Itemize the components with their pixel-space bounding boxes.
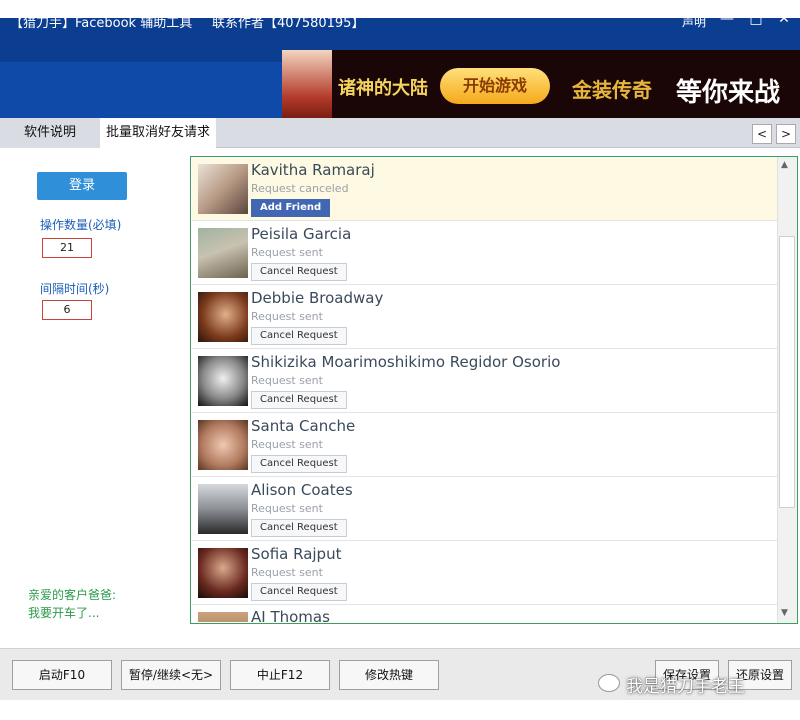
count-input[interactable]: 21 xyxy=(42,238,92,258)
avatar[interactable] xyxy=(198,164,248,214)
window-title: 【猎刀手】Facebook 辅助工具 xyxy=(10,16,193,31)
cancel-request-button[interactable]: Cancel Request xyxy=(251,391,347,409)
cancel-request-button[interactable]: Cancel Request xyxy=(251,583,347,601)
banner-game-title: 诸神的大陆 xyxy=(338,78,428,99)
avatar[interactable] xyxy=(198,420,248,470)
friend-name[interactable]: Peisila Garcia xyxy=(251,225,351,243)
friend-name[interactable]: Santa Canche xyxy=(251,417,355,435)
greeting-line-1: 亲爱的客户爸爸: xyxy=(28,588,117,602)
stop-button[interactable]: 中止F12 xyxy=(230,660,330,690)
list-item: Kavitha Ramaraj Request canceled Add Fri… xyxy=(192,158,777,221)
ad-banner[interactable]: 诸神的大陆 开始游戏 金装传奇 等你来战 xyxy=(282,50,800,118)
maximize-icon[interactable]: □ xyxy=(745,8,767,30)
friend-name[interactable]: Shikizika Moarimoshikimo Regidor Osorio xyxy=(251,353,560,371)
tab-next-icon[interactable]: > xyxy=(776,124,796,144)
tab-prev-icon[interactable]: < xyxy=(752,124,772,144)
request-status: Request sent xyxy=(251,502,323,515)
minimize-icon[interactable]: — xyxy=(716,8,738,30)
scroll-down-icon[interactable]: ▼ xyxy=(781,608,788,618)
avatar[interactable] xyxy=(198,548,248,598)
scrollbar-thumb[interactable] xyxy=(779,236,795,508)
start-button[interactable]: 启动F10 xyxy=(12,660,112,690)
request-status: Request sent xyxy=(251,438,323,451)
scroll-up-icon[interactable]: ▲ xyxy=(781,160,788,170)
avatar[interactable] xyxy=(198,356,248,406)
list-item: Debbie Broadway Request sent Cancel Requ… xyxy=(192,286,777,349)
contact-author: 联系作者【407580195】 xyxy=(212,16,365,31)
interval-label: 间隔时间(秒) xyxy=(40,282,110,296)
close-icon[interactable]: ✕ xyxy=(773,8,795,30)
request-status: Request canceled xyxy=(251,182,349,195)
banner-brand: 金装传奇 xyxy=(572,78,652,102)
avatar[interactable] xyxy=(198,612,248,622)
banner-character-image xyxy=(282,50,332,118)
list-item: AJ Thomas xyxy=(192,606,777,622)
modify-hotkey-button[interactable]: 修改热键 xyxy=(339,660,439,690)
cancel-request-button[interactable]: Cancel Request xyxy=(251,519,347,537)
request-status: Request sent xyxy=(251,246,323,259)
interval-input[interactable]: 6 xyxy=(42,300,92,320)
greeting-line-2: 我要开车了... xyxy=(28,606,100,620)
request-status: Request sent xyxy=(251,566,323,579)
list-item: Sofia Rajput Request sent Cancel Request xyxy=(192,542,777,605)
request-status: Request sent xyxy=(251,310,323,323)
login-button[interactable]: 登录 xyxy=(37,172,127,200)
tab-batch-cancel-requests[interactable]: 批量取消好友请求 xyxy=(100,118,216,148)
tab-software-guide[interactable]: 软件说明 xyxy=(0,118,100,148)
friend-name[interactable]: Sofia Rajput xyxy=(251,545,341,563)
list-item: Peisila Garcia Request sent Cancel Reque… xyxy=(192,222,777,285)
list-item: Santa Canche Request sent Cancel Request xyxy=(192,414,777,477)
list-item: Shikizika Moarimoshikimo Regidor Osorio … xyxy=(192,350,777,413)
banner-slogan: 等你来战 xyxy=(676,78,781,108)
friend-name[interactable]: Kavitha Ramaraj xyxy=(251,161,375,179)
cancel-request-button[interactable]: Cancel Request xyxy=(251,455,347,473)
request-status: Request sent xyxy=(251,374,323,387)
count-label: 操作数量(必填) xyxy=(40,218,122,232)
friend-name[interactable]: Alison Coates xyxy=(251,481,353,499)
friend-name[interactable]: Debbie Broadway xyxy=(251,289,383,307)
cancel-request-button[interactable]: Cancel Request xyxy=(251,263,347,281)
pause-resume-button[interactable]: 暂停/继续<无> xyxy=(121,660,221,690)
friend-name[interactable]: AJ Thomas xyxy=(251,608,330,622)
avatar[interactable] xyxy=(198,484,248,534)
add-friend-button[interactable]: Add Friend xyxy=(251,199,331,217)
list-item: Alison Coates Request sent Cancel Reques… xyxy=(192,478,777,541)
wechat-icon xyxy=(598,674,620,692)
cancel-request-button[interactable]: Cancel Request xyxy=(251,327,347,345)
avatar[interactable] xyxy=(198,292,248,342)
watermark-text: 我是猎刀手老王 xyxy=(626,677,745,697)
avatar[interactable] xyxy=(198,228,248,278)
tab-bar: 软件说明 批量取消好友请求 < > xyxy=(0,118,800,148)
declaration-button[interactable]: 声明 xyxy=(682,13,706,30)
banner-play-button[interactable]: 开始游戏 xyxy=(440,68,550,104)
